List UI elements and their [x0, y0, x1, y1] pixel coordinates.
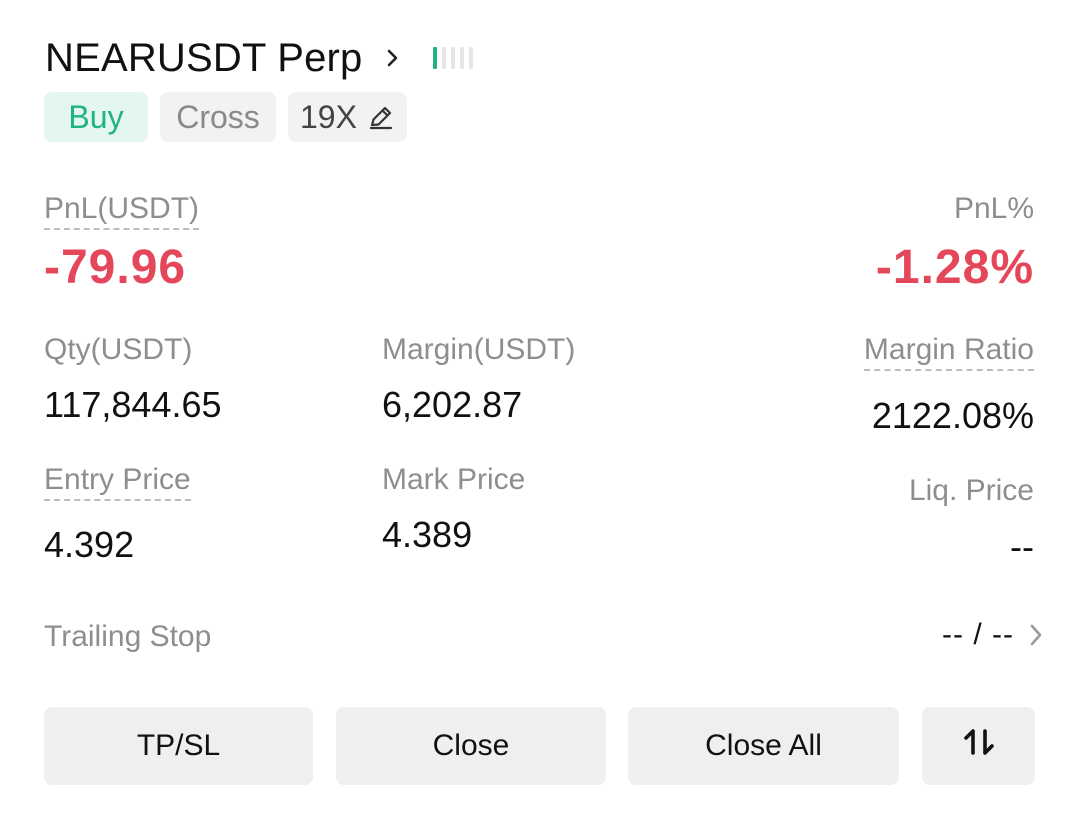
- chevron-right-icon[interactable]: [1026, 620, 1046, 650]
- margin-label: Margin(USDT): [382, 333, 576, 366]
- margin-mode-badge: Cross: [160, 92, 276, 142]
- mark-price-value: 4.389: [382, 514, 473, 555]
- position-tags: Buy Cross 19X: [44, 92, 407, 142]
- leverage-button[interactable]: 19X: [288, 92, 407, 142]
- liq-price-value: --: [1010, 526, 1034, 567]
- margin-value: 6,202.87: [382, 384, 523, 425]
- chevron-right-icon[interactable]: [383, 48, 403, 68]
- leverage-value: 19X: [300, 98, 357, 135]
- edit-pencil-icon[interactable]: [367, 103, 395, 131]
- trailing-stop-value: -- / --: [942, 618, 1014, 651]
- tpsl-button[interactable]: TP/SL: [44, 707, 313, 785]
- signal-bar: [432, 47, 437, 69]
- signal-bar: [468, 47, 473, 69]
- reverse-position-button[interactable]: [922, 707, 1035, 785]
- position-card: NEARUSDT Perp Buy Cross 19X PnL(USDT) -7…: [0, 0, 1080, 819]
- mark-price-label: Mark Price: [382, 463, 526, 496]
- margin-ratio-label[interactable]: Margin Ratio: [863, 333, 1034, 371]
- pnl-value: -79.96: [44, 241, 187, 294]
- entry-price-value: 4.392: [44, 524, 135, 565]
- trailing-stop-label: Trailing Stop: [44, 620, 212, 653]
- symbol-title[interactable]: NEARUSDT Perp: [45, 36, 363, 81]
- entry-price-label[interactable]: Entry Price: [44, 463, 191, 501]
- close-button[interactable]: Close: [336, 707, 606, 785]
- pnl-label[interactable]: PnL(USDT): [44, 192, 200, 230]
- signal-bar: [459, 47, 464, 69]
- position-header[interactable]: NEARUSDT Perp: [45, 30, 473, 86]
- trailing-stop-row[interactable]: -- / --: [942, 618, 1046, 652]
- swap-arrows-icon: [962, 725, 996, 767]
- margin-ratio-value: 2122.08%: [871, 395, 1034, 436]
- signal-strength-icon: [432, 47, 473, 69]
- pnl-percent-label: PnL%: [953, 192, 1034, 225]
- qty-value: 117,844.65: [44, 384, 222, 425]
- pnl-percent-value: -1.28%: [875, 241, 1034, 294]
- qty-label: Qty(USDT): [44, 333, 193, 366]
- close-all-button[interactable]: Close All: [628, 707, 899, 785]
- side-badge: Buy: [44, 92, 148, 142]
- signal-bar: [441, 47, 446, 69]
- signal-bar: [450, 47, 455, 69]
- liq-price-label: Liq. Price: [908, 474, 1034, 507]
